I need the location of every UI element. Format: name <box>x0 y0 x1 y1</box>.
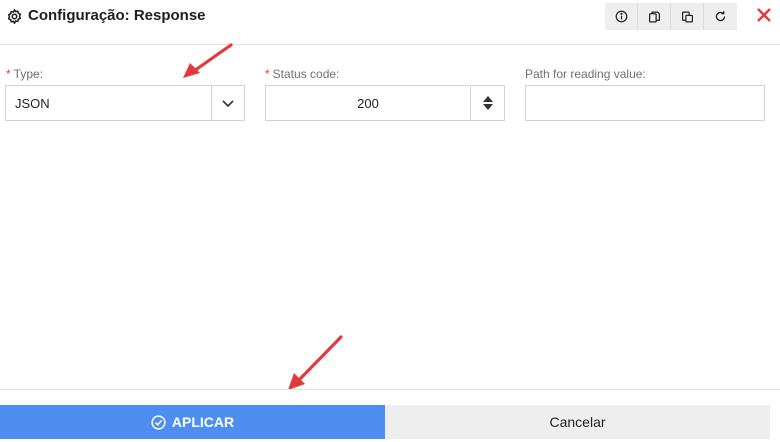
apply-button-label: APLICAR <box>171 414 235 430</box>
select-divider <box>211 86 212 120</box>
copy-button[interactable] <box>638 3 671 30</box>
status-code-stepper[interactable]: 200 <box>265 85 505 121</box>
dialog-header: Configuração: Response <box>0 0 780 45</box>
type-label: * Type: <box>6 67 43 81</box>
cancel-button-label: Cancelar <box>549 414 606 430</box>
required-mark: * <box>6 67 11 81</box>
refresh-icon <box>715 11 726 22</box>
footer-divider <box>0 389 780 390</box>
status-code-label-text: Status code: <box>272 67 340 81</box>
cancel-button[interactable]: Cancelar <box>385 405 770 439</box>
close-icon <box>757 8 771 22</box>
annotation-arrow-icon <box>288 335 343 390</box>
chevron-down-icon[interactable] <box>220 95 236 111</box>
paste-icon <box>681 11 693 22</box>
page-title: Configuração: Response <box>28 7 206 24</box>
gear-icon <box>7 8 22 25</box>
refresh-button[interactable] <box>704 3 737 30</box>
check-circle-icon <box>151 414 166 430</box>
apply-button[interactable]: APLICAR <box>0 405 385 439</box>
triangle-down-icon[interactable] <box>482 104 493 110</box>
paste-button[interactable] <box>671 3 704 30</box>
stepper-arrows[interactable] <box>471 86 504 120</box>
status-code-label: * Status code: <box>265 67 339 81</box>
type-select-value: JSON <box>15 96 50 111</box>
close-button[interactable] <box>753 4 775 26</box>
type-select[interactable]: JSON <box>5 85 245 121</box>
copy-icon <box>648 11 660 22</box>
header-toolbar <box>605 3 737 30</box>
info-button[interactable] <box>605 3 638 30</box>
path-label: Path for reading value: <box>525 67 646 81</box>
annotation-arrow-icon <box>183 43 233 78</box>
required-mark: * <box>265 67 270 81</box>
response-config-dialog: Configuração: Response * Type: JSON * St… <box>0 0 780 442</box>
status-code-value: 200 <box>357 96 379 111</box>
info-icon <box>615 10 627 23</box>
triangle-up-icon[interactable] <box>482 96 493 102</box>
type-label-text: Type: <box>13 67 44 81</box>
path-input[interactable] <box>525 85 765 121</box>
